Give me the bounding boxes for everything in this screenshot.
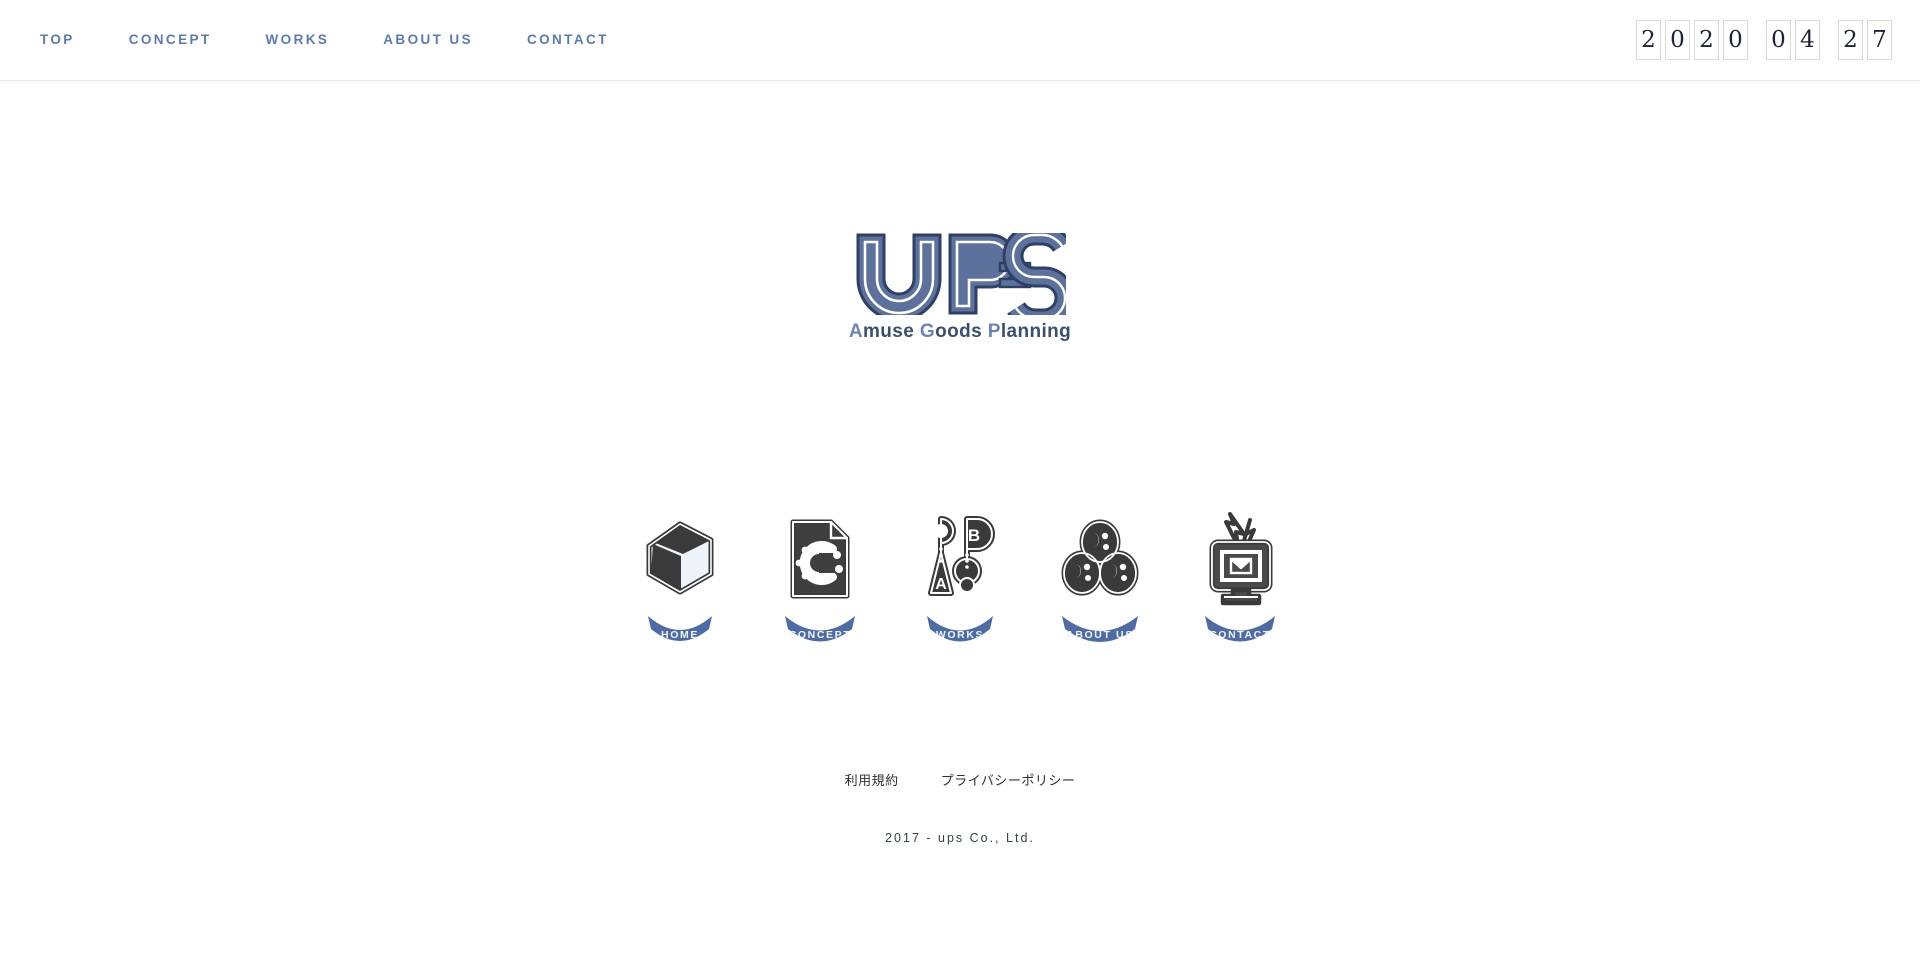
date-digit: 4 — [1795, 20, 1820, 60]
ribbon-shape — [1062, 616, 1138, 642]
copyright-text: 2017 - ups Co., Ltd. — [885, 831, 1035, 845]
icon-navigation: HOME CONCEPT A B WORKS ABOUT US CONTACT — [0, 511, 1920, 651]
primary-navigation: TOP CONCEPT WORKS ABOUT US CONTACT — [0, 33, 609, 47]
site-header: TOP CONCEPT WORKS ABOUT US CONTACT 2 0 2… — [0, 0, 1920, 81]
footer-link-terms[interactable]: 利用規約 — [845, 770, 899, 789]
logo-tagline: Amuse Goods Planning — [849, 321, 1071, 343]
icon-nav-item-contact[interactable]: CONTACT — [1170, 511, 1310, 651]
ribbon-contact: CONTACT — [1204, 615, 1276, 651]
svg-text:A: A — [935, 576, 947, 593]
ribbon-shape — [1205, 616, 1275, 642]
ribbon-home: HOME — [647, 615, 713, 651]
logo-tagline-p: P — [987, 321, 1001, 342]
logo-tagline-g: G — [919, 321, 936, 342]
icon-nav-item-concept[interactable]: CONCEPT — [750, 511, 890, 651]
icon-nav-item-works: A B WORKS — [890, 511, 1030, 651]
main-content: Amuse Goods Planning HOME CONCEPT A B WO… — [0, 81, 1920, 871]
date-digit: 2 — [1636, 20, 1661, 60]
nav-item-concept[interactable]: CONCEPT — [129, 33, 212, 47]
logo-tagline-part1: muse — [862, 321, 920, 342]
date-digit: 7 — [1867, 20, 1892, 60]
three-faces-icon — [1060, 511, 1140, 607]
monitor-envelope-icon — [1202, 511, 1278, 607]
nav-item-top[interactable]: TOP — [40, 33, 75, 47]
logo-tagline-part2: oods — [935, 321, 988, 342]
icon-nav-item-home[interactable]: HOME — [610, 511, 750, 651]
date-digit: 0 — [1665, 20, 1690, 60]
date-month-group: 0 4 — [1766, 20, 1820, 60]
nav-item-contact[interactable]: CONTACT — [527, 33, 609, 47]
nav-item-about-us[interactable]: ABOUT US — [383, 33, 473, 47]
letters-ab-icon: A B — [925, 511, 995, 607]
nav-item-works[interactable]: WORKS — [266, 33, 330, 47]
ribbon-works: WORKS — [926, 615, 994, 651]
svg-text:B: B — [968, 526, 980, 545]
date-digit: 0 — [1766, 20, 1791, 60]
date-day-group: 2 7 — [1838, 20, 1892, 60]
footer-links: 利用規約 プライバシーポリシー — [845, 770, 1076, 789]
date-digit: 2 — [1694, 20, 1719, 60]
date-digit: 0 — [1723, 20, 1748, 60]
ribbon-shape — [785, 616, 855, 642]
site-footer: 利用規約 プライバシーポリシー 2017 - ups Co., Ltd. — [0, 770, 1920, 871]
ribbon-about-us: ABOUT US — [1061, 615, 1139, 651]
footer-link-privacy[interactable]: プライバシーポリシー — [941, 770, 1076, 789]
logo-tagline-part3: lanning — [1000, 321, 1072, 342]
ribbon-shape — [927, 616, 993, 642]
icon-nav-item-about-us[interactable]: ABOUT US — [1030, 511, 1170, 651]
logo-tagline-a: A — [848, 321, 863, 342]
site-logo: Amuse Goods Planning — [0, 233, 1920, 343]
document-c-gear-icon — [787, 511, 853, 607]
isometric-house-icon — [643, 511, 717, 607]
ribbon-shape — [648, 616, 712, 641]
ups-logo-mark — [856, 233, 1066, 315]
date-digit: 2 — [1838, 20, 1863, 60]
date-year-group: 2 0 2 0 — [1636, 20, 1748, 60]
date-counter: 2 0 2 0 0 4 2 7 — [1636, 20, 1920, 60]
ribbon-concept: CONCEPT — [784, 615, 856, 651]
